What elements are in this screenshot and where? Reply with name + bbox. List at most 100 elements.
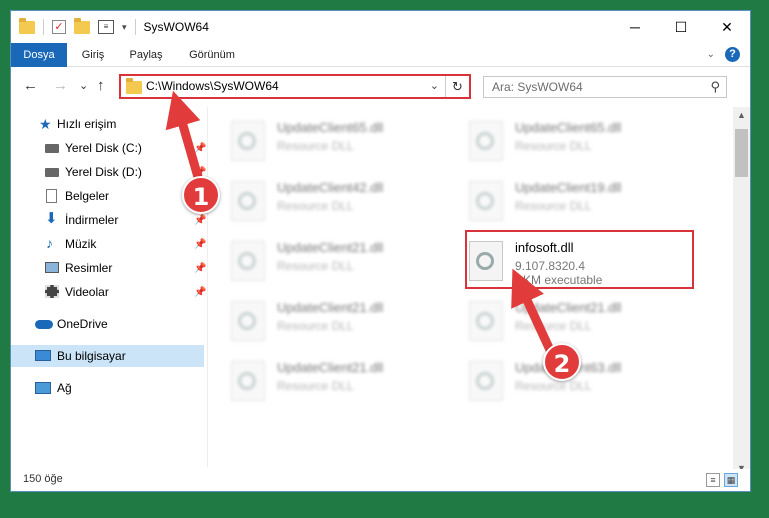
- file-item[interactable]: UpdateClient19.dll Resource DLL: [449, 175, 679, 227]
- file-highlight-box: [465, 230, 694, 289]
- sidebar-item-network[interactable]: Ağ: [11, 377, 204, 399]
- pin-icon[interactable]: 📌: [194, 239, 206, 250]
- dll-file-icon: [469, 301, 503, 341]
- minimize-button[interactable]: ─: [612, 11, 658, 43]
- dll-file-icon: [469, 361, 503, 401]
- expand-ribbon-icon[interactable]: ⌄: [707, 49, 715, 60]
- properties-check-icon[interactable]: ✓: [52, 20, 66, 34]
- forward-button[interactable]: →: [53, 77, 68, 94]
- file-item[interactable]: UpdateClient21.dll Resource DLL: [211, 295, 441, 347]
- dll-file-icon: [231, 121, 265, 161]
- scroll-up-icon[interactable]: ▲: [733, 107, 750, 124]
- pin-icon[interactable]: 📌: [194, 215, 206, 226]
- search-placeholder: Ara: SysWOW64: [492, 80, 583, 94]
- sidebar-item-videos[interactable]: Videolar 📌: [11, 281, 206, 303]
- address-path[interactable]: C:\Windows\SysWOW64: [146, 79, 279, 93]
- download-icon: ⬇: [45, 210, 58, 227]
- item-count: 150 öğe: [23, 473, 63, 485]
- address-dropdown-icon[interactable]: ⌄: [430, 79, 439, 92]
- file-name: UpdateClient42.dll: [277, 180, 384, 195]
- sidebar-item-local-disk-c[interactable]: Yerel Disk (C:) 📌: [11, 137, 206, 159]
- sidebar-item-label: İndirmeler: [65, 213, 119, 227]
- cloud-icon: [35, 320, 53, 329]
- sidebar-item-label: Resimler: [65, 261, 113, 275]
- close-button[interactable]: ✕: [704, 11, 750, 43]
- music-icon: ♪: [46, 235, 53, 251]
- sidebar-item-onedrive[interactable]: OneDrive: [11, 313, 204, 335]
- sidebar-item-label: Müzik: [65, 237, 97, 251]
- pane-divider[interactable]: [207, 107, 208, 467]
- dll-file-icon: [469, 181, 503, 221]
- file-item[interactable]: UpdateClient65.dll Resource DLL: [211, 115, 441, 167]
- search-icon[interactable]: ⚲: [710, 79, 720, 95]
- recent-locations-button[interactable]: ⌄: [79, 79, 88, 92]
- properties-icon[interactable]: ≡: [98, 20, 114, 34]
- sidebar-item-downloads[interactable]: ⬇ İndirmeler 📌: [11, 209, 206, 231]
- dll-file-icon: [231, 241, 265, 281]
- title-bar: ✓ ≡ ▾ SysWOW64 ─ ☐ ✕: [11, 11, 750, 43]
- sidebar-item-quick-access[interactable]: ★ Hızlı erişim: [11, 113, 204, 135]
- file-type: Resource DLL: [515, 319, 592, 333]
- sidebar-item-pictures[interactable]: Resimler 📌: [11, 257, 206, 279]
- dll-file-icon: [231, 361, 265, 401]
- step-2-badge: 2: [543, 343, 581, 381]
- pin-icon[interactable]: 📌: [194, 143, 206, 154]
- sidebar-item-documents[interactable]: Belgeler 📌: [11, 185, 206, 207]
- file-type: Resource DLL: [277, 379, 354, 393]
- details-view-icon[interactable]: ≡: [706, 473, 720, 487]
- file-type: Resource DLL: [515, 379, 592, 393]
- file-name: UpdateClient65.dll: [277, 120, 384, 135]
- file-item[interactable]: UpdateClient42.dll Resource DLL: [211, 175, 441, 227]
- file-type: Resource DLL: [277, 199, 354, 213]
- navigation-bar: ← → ⌄ ↑ C:\Windows\SysWOW64 ⌄ ↻ Ara: Sys…: [11, 69, 750, 103]
- sidebar-item-label: OneDrive: [57, 317, 108, 331]
- sidebar-item-this-pc[interactable]: Bu bilgisayar: [11, 345, 204, 367]
- new-folder-icon[interactable]: [74, 17, 90, 34]
- address-bar[interactable]: C:\Windows\SysWOW64 ⌄ ↻: [119, 74, 471, 99]
- file-name: UpdateClient19.dll: [515, 180, 622, 195]
- file-type: Resource DLL: [515, 139, 592, 153]
- search-box[interactable]: Ara: SysWOW64 ⚲: [483, 76, 727, 98]
- tab-dosya[interactable]: Dosya: [11, 43, 67, 67]
- up-button[interactable]: ↑: [97, 77, 105, 94]
- file-item[interactable]: UpdateClient65.dll Resource DLL: [449, 115, 679, 167]
- network-icon: [35, 382, 51, 394]
- tab-giris[interactable]: Giriş: [73, 43, 113, 67]
- folder-icon: [19, 17, 35, 34]
- sidebar-item-local-disk-d[interactable]: Yerel Disk (D:) 📌: [11, 161, 206, 183]
- file-name: UpdateClient21.dll: [277, 300, 384, 315]
- file-type: Resource DLL: [277, 319, 354, 333]
- customize-toolbar-icon[interactable]: ▾: [122, 22, 127, 33]
- toolbar-divider: [134, 19, 136, 35]
- sidebar-item-label: Ağ: [57, 381, 72, 395]
- ribbon-tabs: Dosya Giriş Paylaş Görünüm ⌄ ?: [11, 43, 750, 67]
- refresh-button[interactable]: ↻: [445, 76, 469, 97]
- tiles-view-icon[interactable]: ▦: [724, 473, 738, 487]
- maximize-button[interactable]: ☐: [658, 11, 704, 43]
- file-name: UpdateClient21.dll: [515, 300, 622, 315]
- sidebar-item-label: Videolar: [65, 285, 109, 299]
- address-folder-icon: [126, 78, 142, 94]
- sidebar-item-music[interactable]: ♪ Müzik 📌: [11, 233, 206, 255]
- vertical-scrollbar[interactable]: ▲ ▼: [733, 107, 750, 477]
- file-item[interactable]: UpdateClient21.dll Resource DLL: [211, 355, 441, 407]
- tab-paylas[interactable]: Paylaş: [121, 43, 171, 67]
- back-button[interactable]: ←: [23, 77, 38, 94]
- help-icon[interactable]: ?: [725, 47, 740, 62]
- file-name: UpdateClient65.dll: [515, 120, 622, 135]
- file-item[interactable]: UpdateClient21.dll Resource DLL: [211, 235, 441, 287]
- quick-access-toolbar: ✓ ≡ ▾ SysWOW64: [19, 17, 209, 35]
- dll-file-icon: [469, 121, 503, 161]
- drive-icon: [45, 168, 59, 177]
- documents-icon: [46, 189, 57, 203]
- sidebar-item-label: Hızlı erişim: [57, 117, 117, 131]
- file-type: Resource DLL: [515, 199, 592, 213]
- toolbar-divider: [43, 19, 44, 35]
- file-type: Resource DLL: [277, 259, 354, 273]
- scroll-thumb[interactable]: [735, 129, 748, 177]
- tab-gorunum[interactable]: Görünüm: [181, 43, 243, 67]
- pin-icon[interactable]: 📌: [194, 263, 206, 274]
- file-item[interactable]: UpdateClient21.dll Resource DLL: [449, 295, 679, 347]
- navigation-pane: ★ Hızlı erişim Yerel Disk (C:) 📌 Yerel D…: [11, 107, 207, 467]
- pin-icon[interactable]: 📌: [194, 287, 206, 298]
